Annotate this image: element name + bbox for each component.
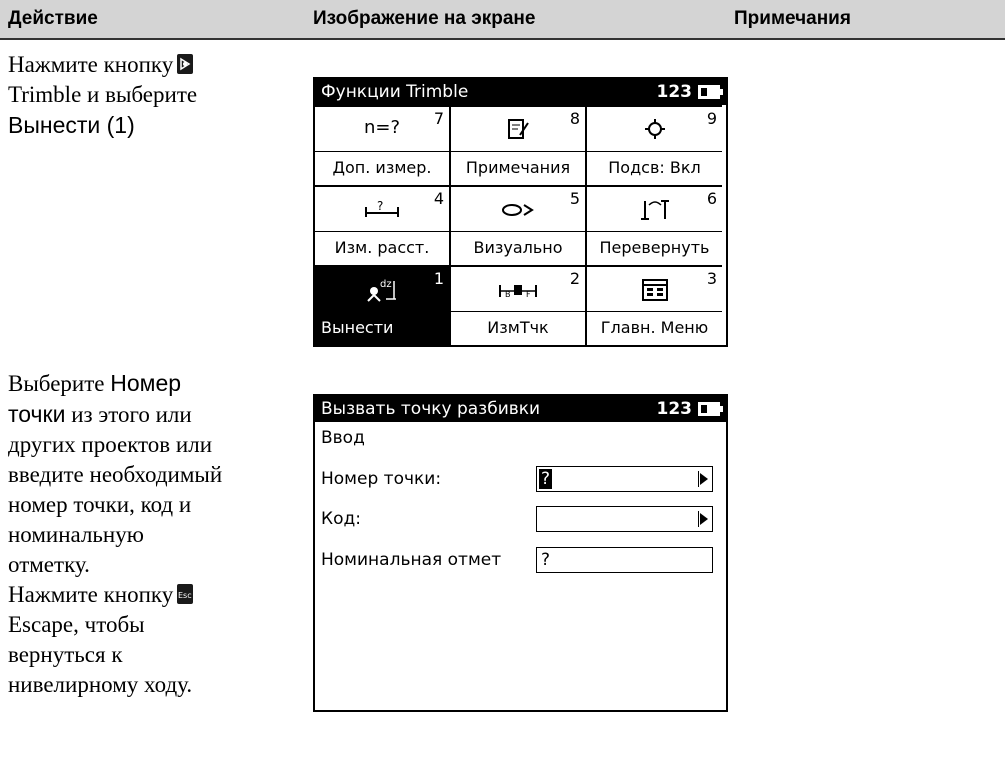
svg-text:dz: dz [380,279,392,290]
nominal-elevation-field[interactable]: ? [536,547,713,573]
main-menu-icon [587,277,722,305]
code-label: Код: [321,509,361,529]
screen2-titlebar: Вызвать точку разбивки 123 [315,396,726,422]
svg-text:B: B [505,290,511,299]
visual-icon [451,197,585,225]
stakeout-point-screen: Вызвать точку разбивки 123 Ввод Номер то… [313,394,728,712]
svg-text:?: ? [377,199,383,213]
n-query-icon: n=? [363,117,401,138]
measure-distance-icon: ? [315,197,449,225]
nominal-elevation-label: Номинальная отмет [321,550,502,570]
backlight-icon [587,117,722,145]
screen2-indicator: 123 [656,399,693,419]
point-number-label: Номер точки: [321,469,442,489]
svg-text:Esc: Esc [178,591,192,600]
invert-icon [587,197,722,225]
screen2-title: Вызвать точку разбивки [321,399,541,419]
dropdown-arrow-icon[interactable] [698,471,708,487]
point-number-field[interactable]: ? [536,466,713,492]
function-cell-measure-distance[interactable]: 4 ? Изм. расст. [315,185,451,265]
trimble-functions-screen: Функции Trimble 123 7 n=? Доп. измер. 8 … [313,77,728,347]
step1-line3: Вынести (1) [8,112,135,138]
screen1-indicator: 123 [656,82,693,102]
header-action: Действие [8,8,98,29]
step1-instructions: Нажмите кнопку Trimble и выберите Вынест… [8,50,197,140]
code-field[interactable] [536,506,713,532]
dropdown-arrow-icon[interactable] [698,511,708,527]
svg-text:F: F [526,290,531,299]
stakeout-form: Ввод Номер точки: ? Код: Номинальная отм… [315,422,726,710]
form-subtitle: Ввод [321,428,365,448]
step1-line2: Trimble и выберите [8,82,198,107]
function-cell-backlight[interactable]: 9 Подсв: Вкл [587,105,722,185]
function-grid: 7 n=? Доп. измер. 8 Примечания 9 Подсв: … [315,105,726,345]
header-notes: Примечания [734,8,851,29]
function-cell-notes[interactable]: 8 Примечания [451,105,587,185]
function-cell-measure-point[interactable]: 2 BF ИзмТчк [451,265,587,345]
battery-icon [698,85,723,99]
function-cell-visual[interactable]: 5 Визуально [451,185,587,265]
header-screen: Изображение на экране [313,8,536,29]
esc-key-icon: Esc [177,584,194,604]
screen1-title: Функции Trimble [321,82,469,102]
stakeout-icon: dz [315,277,449,305]
trimble-key-icon [177,54,194,74]
screen1-titlebar: Функции Trimble 123 [315,79,726,105]
step2-instructions: Выберите Номер точки из этого или других… [8,370,223,697]
notes-icon [451,117,585,145]
function-cell-stakeout[interactable]: 1 dz Вынести [315,265,451,345]
function-cell-main-menu[interactable]: 3 Главн. Меню [587,265,722,345]
measure-point-icon: BF [451,277,585,305]
battery-icon [698,402,723,416]
function-cell-extra-measure[interactable]: 7 n=? Доп. измер. [315,105,451,185]
function-cell-invert[interactable]: 6 Перевернуть [587,185,722,265]
table-header: Действие Изображение на экране Примечани… [0,0,1005,40]
step1-line1: Нажмите кнопку [8,52,174,77]
